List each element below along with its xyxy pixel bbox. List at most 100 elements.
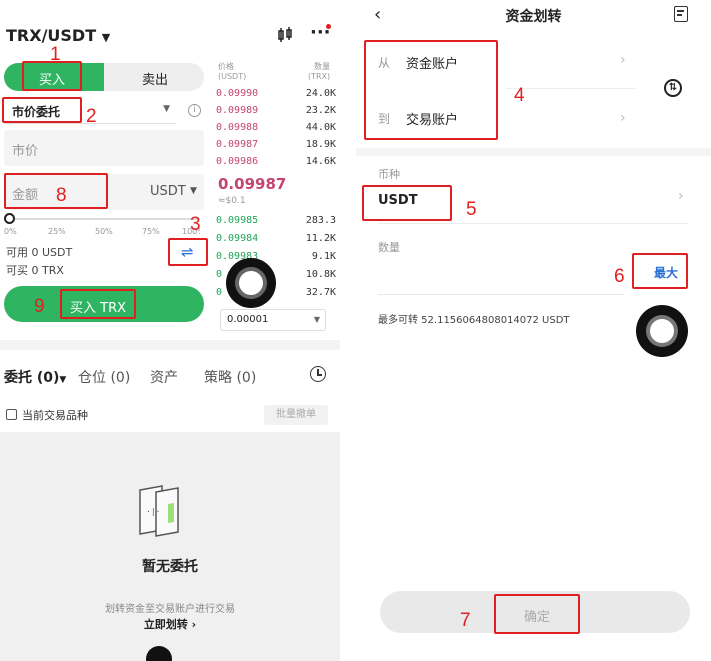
- confirm-label: 确定: [524, 610, 551, 625]
- empty-description: 划转资金至交易账户进行交易: [105, 604, 235, 615]
- slider-mark: 0%: [4, 227, 17, 236]
- last-price: 0.09987: [218, 175, 287, 193]
- tab-strategies[interactable]: 策略 (0): [204, 367, 256, 387]
- bid-row[interactable]: 0.09983 9.1K: [216, 251, 336, 262]
- bid-qty: 11.2K: [305, 233, 336, 244]
- bid-price: 0.09984: [216, 233, 259, 244]
- order-type-highlight[interactable]: 市价委托: [2, 97, 82, 123]
- section-separator: [356, 148, 711, 156]
- ask-qty: 24.0K: [305, 88, 336, 99]
- from-account[interactable]: 资金账户: [406, 53, 458, 72]
- ask-row[interactable]: 0.09990 24.0K: [216, 88, 336, 99]
- annotation-9: 9: [34, 296, 45, 317]
- orderbook-qty-header: 数量 (TRX): [308, 62, 331, 81]
- notification-dot: [326, 24, 331, 29]
- chevron-right-icon[interactable]: ›: [678, 188, 684, 204]
- slider-mark: 75%: [142, 227, 160, 236]
- from-label: 从: [378, 56, 391, 70]
- current-only-label: 当前交易品种: [22, 409, 88, 422]
- currency-select-highlight[interactable]: USDT: [362, 185, 452, 221]
- buy-button-label: 买入 TRX: [70, 301, 127, 316]
- currency-label: 币种: [378, 168, 400, 181]
- history-icon[interactable]: [310, 366, 326, 382]
- swap-icon: ⇌: [181, 243, 194, 261]
- page-title: 资金划转: [505, 9, 562, 25]
- quantity-input[interactable]: [378, 294, 624, 295]
- available-balance: 可用 0 USDT: [6, 246, 73, 259]
- ask-row[interactable]: 0.09988 44.0K: [216, 122, 336, 133]
- transfer-history-icon[interactable]: [674, 6, 688, 22]
- ask-price: 0.09987: [216, 139, 259, 150]
- slider-mark: 50%: [95, 227, 113, 236]
- floating-action-button[interactable]: [146, 646, 172, 661]
- last-price-usd: ≈$0.1: [218, 196, 246, 206]
- caret-down-icon: ▼: [190, 186, 197, 196]
- caret-down-icon: ▼: [101, 31, 111, 44]
- chevron-right-icon[interactable]: ›: [620, 52, 626, 68]
- slider-handle[interactable]: [4, 213, 15, 224]
- amount-unit[interactable]: USDT: [150, 184, 186, 199]
- ask-qty: 44.0K: [305, 122, 336, 133]
- buy-button-highlight[interactable]: 买入 TRX: [60, 289, 136, 319]
- ask-row[interactable]: 0.09986 14.6K: [216, 156, 336, 167]
- caret-down-icon: ▼: [59, 375, 67, 385]
- annotation-3: 3: [190, 214, 201, 235]
- transfer-now-link[interactable]: 立即划转 ›: [0, 616, 340, 632]
- bid-price: 0.09985: [216, 215, 259, 226]
- precision-value: 0.00001: [227, 314, 269, 325]
- tab-orders-label: 委托 (0): [4, 370, 60, 386]
- current-only-checkbox[interactable]: [6, 409, 17, 420]
- floating-assistive-button[interactable]: [226, 258, 276, 308]
- pair-title[interactable]: TRX/USDT ▼: [6, 26, 110, 45]
- tab-positions[interactable]: 仓位 (0): [78, 367, 130, 387]
- ask-price: 0.09988: [216, 122, 259, 133]
- ask-qty: 14.6K: [305, 156, 336, 167]
- can-buy: 可买 0 TRX: [6, 264, 64, 277]
- bid-row[interactable]: 0.09984 11.2K: [216, 233, 336, 244]
- info-icon[interactable]: i: [188, 104, 201, 117]
- to-account[interactable]: 交易账户: [406, 109, 458, 128]
- transfer-button[interactable]: ⇌: [168, 238, 208, 266]
- batch-cancel-button[interactable]: 批量撤单: [264, 405, 328, 425]
- ask-row[interactable]: 0.09989 23.2K: [216, 105, 336, 116]
- amount-slider[interactable]: [8, 218, 198, 220]
- chevron-right-icon[interactable]: ›: [620, 110, 626, 126]
- annotation-5: 5: [466, 199, 477, 220]
- image-divider: [340, 0, 356, 661]
- swap-accounts-icon[interactable]: ⇅: [664, 79, 682, 97]
- ask-price: 0.09986: [216, 156, 259, 167]
- bid-row[interactable]: 0.09985 283.3: [216, 215, 336, 226]
- candlestick-icon[interactable]: [276, 26, 294, 48]
- bid-qty: 10.8K: [305, 269, 336, 280]
- floating-assistive-button[interactable]: [636, 305, 688, 357]
- tab-orders[interactable]: 委托 (0)▼: [4, 367, 66, 387]
- sell-tab[interactable]: 卖出: [104, 63, 204, 91]
- tab-assets[interactable]: 资产: [150, 367, 178, 387]
- ask-row[interactable]: 0.09987 18.9K: [216, 139, 336, 150]
- order-type-label: 市价委托: [12, 105, 61, 119]
- ask-qty: 23.2K: [305, 105, 336, 116]
- confirm-button-highlight[interactable]: 确定: [494, 594, 580, 634]
- transfer-screen: ‹ 资金划转 › › 从 资金账户 到 交易账户 4 ⇅ 币种 USDT 5 ›…: [356, 0, 711, 661]
- quantity-label: 数量: [378, 241, 400, 254]
- caret-down-icon: ▼: [313, 315, 320, 324]
- ask-price: 0.09989: [216, 105, 259, 116]
- section-separator: [0, 340, 340, 350]
- from-to-highlight[interactable]: 从 资金账户 到 交易账户: [364, 40, 498, 140]
- slider-mark: 25%: [48, 227, 66, 236]
- trade-screen: TRX/USDT ▼ ··· 卖出 买入 1 ▼ 市价委托 2 i 市价 USD…: [0, 0, 340, 661]
- bid-price: 0: [216, 269, 223, 280]
- bid-qty: 283.3: [305, 215, 336, 226]
- price-input[interactable]: 市价: [4, 130, 204, 166]
- max-button-highlight[interactable]: 最大: [632, 253, 688, 289]
- ask-price: 0.09990: [216, 88, 259, 99]
- currency-divider: [378, 223, 688, 224]
- annotation-8: 8: [56, 185, 67, 206]
- max-button[interactable]: 最大: [654, 264, 678, 281]
- annotation-7: 7: [460, 610, 471, 631]
- precision-select[interactable]: 0.00001 ▼: [220, 309, 326, 331]
- empty-title: 暂无委托: [142, 559, 198, 575]
- empty-state: ·|· 暂无委托 划转资金至交易账户进行交易 立即划转 ›: [0, 432, 340, 661]
- bid-price: 0: [216, 287, 223, 298]
- annotation-1: 1: [50, 44, 61, 65]
